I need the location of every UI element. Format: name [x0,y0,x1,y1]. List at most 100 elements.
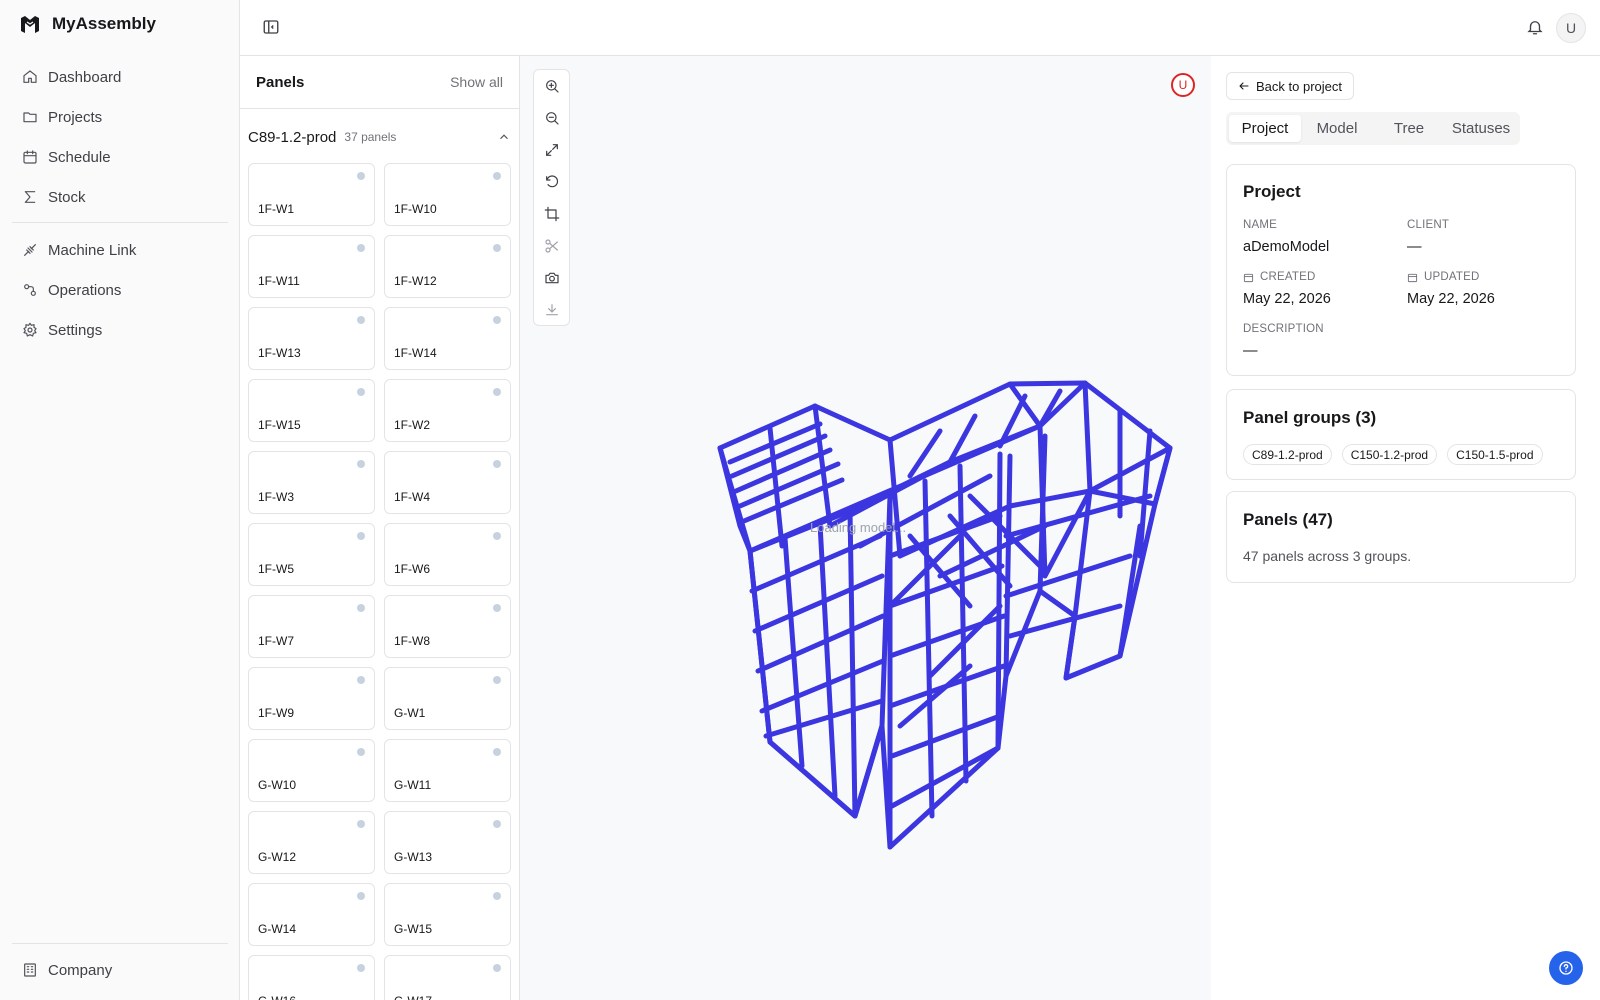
panel-card-label: G-W13 [394,850,433,864]
sidebar-item-projects[interactable]: Projects [12,97,228,137]
panel-card[interactable]: G-W14 [248,883,375,946]
status-dot [357,316,365,324]
panel-card[interactable]: 1F-W7 [248,595,375,658]
fit-view-button[interactable] [534,134,569,166]
panel-card-label: 1F-W11 [258,274,300,288]
tab-tree[interactable]: Tree [1373,115,1445,142]
panel-card[interactable]: 1F-W13 [248,307,375,370]
notification-bell-icon[interactable] [1526,18,1544,36]
status-dot [357,676,365,684]
sidebar-item-operations[interactable]: Operations [12,270,228,310]
panel-group-header[interactable]: C89-1.2-prod 37 panels [240,109,519,165]
3d-frame-model[interactable] [710,376,1180,856]
zoom-out-button[interactable] [534,102,569,134]
panel-card[interactable]: 1F-W6 [384,523,511,586]
panel-card[interactable]: 1F-W10 [384,163,511,226]
sidebar-footer: Company [12,943,228,990]
sidebar-item-stock[interactable]: Stock [12,177,228,217]
panel-card-label: 1F-W13 [258,346,301,360]
user-avatar[interactable]: U [1556,13,1586,43]
back-to-project-button[interactable]: Back to project [1226,72,1354,100]
panel-card[interactable]: G-W11 [384,739,511,802]
panel-card[interactable]: 1F-W8 [384,595,511,658]
top-bar: U [240,0,1600,56]
panel-card[interactable]: G-W10 [248,739,375,802]
panel-card-label: 1F-W2 [394,418,430,432]
status-dot [493,460,501,468]
created-value: May 22, 2026 [1243,291,1331,307]
chevron-up-icon[interactable] [497,130,511,144]
reset-view-button[interactable] [534,166,569,198]
sidebar-item-label: Settings [48,321,103,339]
status-dot [357,172,365,180]
nav-divider [12,222,228,223]
description-label: DESCRIPTION [1243,323,1324,335]
panel-group-chip[interactable]: C150-1.5-prod [1447,444,1543,465]
sidebar-item-label: Operations [48,281,122,299]
panels-title: Panels [256,73,305,91]
sidebar-item-label: Dashboard [48,68,122,86]
client-value: — [1407,239,1422,255]
operations-icon [24,284,36,296]
tab-model[interactable]: Model [1301,115,1373,142]
model-frame-lines [717,380,1173,850]
panel-card[interactable]: 1F-W2 [384,379,511,442]
panel-card[interactable]: G-W1 [384,667,511,730]
zoom-in-button[interactable] [534,70,569,102]
cut-button[interactable] [534,230,569,262]
show-all-link[interactable]: Show all [450,74,503,90]
panel-group-chip[interactable]: C150-1.2-prod [1341,444,1438,465]
sidebar-toggle-icon[interactable] [262,18,280,36]
panel-card[interactable]: 1F-W1 [248,163,375,226]
help-button[interactable] [1549,951,1583,985]
main-nav: Dashboard Projects Schedule Stock Machin… [12,57,228,350]
screenshot-button[interactable] [534,262,569,294]
download-button[interactable] [534,294,569,326]
status-dot [357,820,365,828]
panel-group-count: 37 panels [344,130,397,144]
panel-card[interactable]: 1F-W5 [248,523,375,586]
panel-card[interactable]: G-W17 [384,955,511,1000]
sidebar-item-settings[interactable]: Settings [12,310,228,350]
panel-card[interactable]: 1F-W12 [384,235,511,298]
panel-card[interactable]: G-W16 [248,955,375,1000]
panel-card[interactable]: G-W12 [248,811,375,874]
tab-project[interactable]: Project [1229,115,1301,142]
link-icon [24,244,36,256]
panel-card-label: 1F-W15 [258,418,301,432]
sidebar-item-label: Projects [48,108,103,126]
viewer-user-badge[interactable]: U [1171,73,1195,97]
panel-card[interactable]: G-W15 [384,883,511,946]
sidebar-item-schedule[interactable]: Schedule [12,137,228,177]
stock-icon [24,191,36,203]
loading-text: Loading model... [810,520,907,535]
tab-statuses[interactable]: Statuses [1445,115,1517,142]
sidebar-item-company[interactable]: Company [12,950,228,990]
panel-card[interactable]: G-W13 [384,811,511,874]
panel-groups-card: Panel groups (3) C89-1.2-prod C150-1.2-p… [1226,389,1576,480]
app-name: MyAssembly [52,14,156,33]
created-label: CREATED [1243,271,1316,283]
panel-card[interactable]: 1F-W14 [384,307,511,370]
panel-group-chip[interactable]: C89-1.2-prod [1243,444,1332,465]
arrow-left-icon [1239,82,1249,90]
status-dot [493,316,501,324]
status-dot [357,460,365,468]
panel-card-label: 1F-W1 [258,202,294,216]
sidebar-item-machine-link[interactable]: Machine Link [12,230,228,270]
panels-summary-card: Panels (47) 47 panels across 3 groups. [1226,491,1576,583]
panel-card[interactable]: 1F-W15 [248,379,375,442]
status-dot [493,892,501,900]
calendar-icon [1407,273,1418,282]
panel-card[interactable]: 1F-W9 [248,667,375,730]
panel-card[interactable]: 1F-W11 [248,235,375,298]
crop-icon [544,206,559,222]
status-dot [493,676,501,684]
panel-card[interactable]: 1F-W4 [384,451,511,514]
sidebar-item-dashboard[interactable]: Dashboard [12,57,228,97]
brand[interactable]: MyAssembly [20,14,156,34]
sidebar-item-label: Schedule [48,148,111,166]
crop-button[interactable] [534,198,569,230]
panel-card[interactable]: 1F-W3 [248,451,375,514]
model-viewer[interactable]: U Loading model... [520,56,1211,1000]
